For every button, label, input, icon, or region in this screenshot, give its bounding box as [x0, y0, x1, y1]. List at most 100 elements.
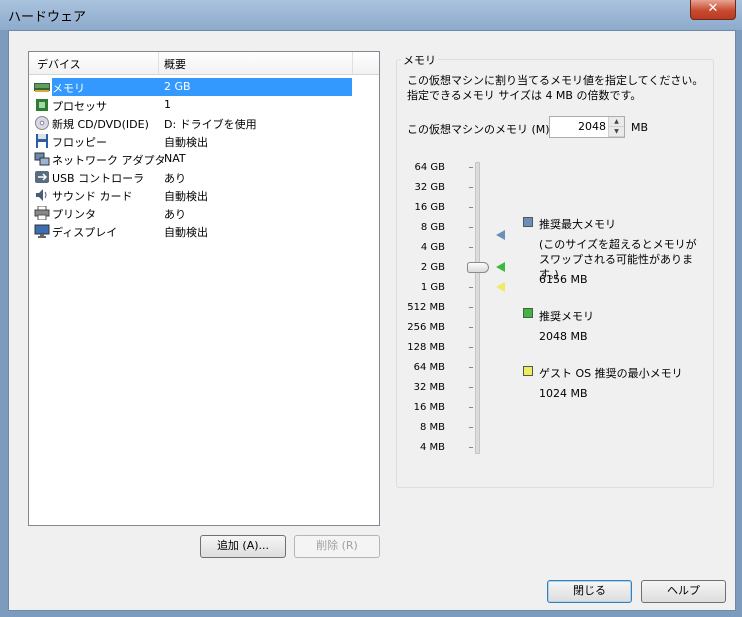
device-row-sound-card[interactable]: サウンド カード 自動検出: [30, 186, 378, 204]
legend-swatch-recommended: [523, 308, 533, 318]
window-title: ハードウェア: [8, 10, 87, 25]
legend-minimum-value: 1024 MB: [539, 387, 588, 400]
device-summary: あり: [164, 208, 186, 221]
cd-dvd-icon: [35, 116, 49, 130]
spin-down-icon[interactable]: ▼: [609, 127, 624, 137]
device-row-processor[interactable]: プロセッサ 1: [30, 96, 378, 114]
recommended-memory-marker-icon: [496, 262, 505, 272]
slider-tick: [469, 427, 473, 428]
legend-max-label: 推奨最大メモリ: [539, 218, 616, 231]
scale-label: 64 MB: [413, 362, 445, 373]
device-name: サウンド カード: [52, 190, 133, 203]
display-icon: [34, 224, 50, 238]
device-row-network-adapter[interactable]: ネットワーク アダプタ NAT: [30, 150, 378, 168]
device-name: ネットワーク アダプタ: [52, 154, 166, 167]
device-name: USB コントローラ: [52, 172, 145, 185]
memory-value[interactable]: 2048: [578, 120, 606, 133]
scale-label: 64 GB: [414, 162, 445, 173]
device-summary: NAT: [164, 152, 186, 165]
scale-label: 4 GB: [420, 242, 445, 253]
device-name: プロセッサ: [52, 100, 107, 113]
slider-track[interactable]: [475, 162, 480, 454]
column-divider[interactable]: [158, 52, 159, 74]
device-row-floppy[interactable]: フロッピー 自動検出: [30, 132, 378, 150]
legend-recommended-value: 2048 MB: [539, 330, 588, 343]
scale-label: 128 MB: [407, 342, 445, 353]
slider-thumb[interactable]: [467, 262, 489, 273]
legend-swatch-max: [523, 217, 533, 227]
printer-icon: [34, 206, 50, 220]
scale-label: 8 GB: [420, 222, 445, 233]
spin-buttons: ▲ ▼: [608, 117, 624, 137]
slider-tick: [469, 307, 473, 308]
memory-icon: [34, 83, 50, 92]
add-button[interactable]: 追加 (A)...: [200, 535, 286, 558]
scale-label: 4 MB: [419, 442, 445, 453]
column-header-device[interactable]: デバイス: [37, 56, 81, 72]
max-memory-marker-icon: [496, 230, 505, 240]
legend-swatch-minimum: [523, 366, 533, 376]
memory-unit: MB: [631, 121, 649, 134]
scale-label: 256 MB: [407, 322, 445, 333]
slider-tick: [469, 387, 473, 388]
scale-label: 32 GB: [414, 182, 445, 193]
legend-minimum-label: ゲスト OS 推奨の最小メモリ: [539, 367, 683, 380]
device-summary: 自動検出: [164, 226, 208, 239]
slider-tick: [469, 447, 473, 448]
floppy-icon: [36, 134, 48, 148]
title-bar: ハードウェア ✕: [0, 0, 742, 30]
legend-max-value: 6156 MB: [539, 273, 588, 286]
scale-label: 2 GB: [420, 262, 445, 273]
column-divider[interactable]: [352, 52, 353, 74]
memory-group-label: メモリ: [401, 52, 438, 68]
slider-tick: [469, 347, 473, 348]
scale-label: 1 GB: [420, 282, 445, 293]
remove-button[interactable]: 削除 (R): [294, 535, 380, 558]
spin-up-icon[interactable]: ▲: [609, 117, 624, 127]
help-button[interactable]: ヘルプ: [641, 580, 726, 603]
memory-stepper[interactable]: 2048 ▲ ▼: [549, 116, 625, 138]
device-row-memory[interactable]: メモリ 2 GB: [30, 78, 378, 96]
device-name: メモリ: [52, 82, 85, 95]
device-row-display[interactable]: ディスプレイ 自動検出: [30, 222, 378, 240]
slider-tick: [469, 187, 473, 188]
device-summary: 2 GB: [164, 80, 191, 93]
slider-tick: [469, 367, 473, 368]
device-row-usb[interactable]: USB コントローラ あり: [30, 168, 378, 186]
scale-label: 16 MB: [413, 402, 445, 413]
memory-description: この仮想マシンに割り当てるメモリ値を指定してください。指定できるメモリ サイズは…: [407, 74, 704, 102]
min-memory-marker-icon: [496, 282, 505, 292]
window-close-button[interactable]: ✕: [690, 0, 736, 20]
device-name: 新規 CD/DVD(IDE): [52, 118, 149, 131]
device-summary: 自動検出: [164, 136, 208, 149]
device-summary: 自動検出: [164, 190, 208, 203]
device-row-printer[interactable]: プリンタ あり: [30, 204, 378, 222]
device-list[interactable]: デバイス 概要 メモリ 2 GB プロセッサ 1 新規 CD/DVD(IDE) …: [28, 51, 380, 526]
slider-tick: [469, 287, 473, 288]
scale-label: 8 MB: [419, 422, 445, 433]
scale-label: 512 MB: [407, 302, 445, 313]
sound-card-icon: [36, 189, 47, 201]
slider-tick: [469, 227, 473, 228]
memory-field-label: この仮想マシンのメモリ (M):: [407, 123, 554, 136]
close-button[interactable]: 閉じる: [547, 580, 632, 603]
device-name: プリンタ: [52, 208, 96, 221]
slider-tick: [469, 167, 473, 168]
usb-icon: [35, 171, 49, 183]
column-header-summary[interactable]: 概要: [164, 56, 186, 72]
close-icon: ✕: [707, 1, 719, 16]
scale-label: 32 MB: [413, 382, 445, 393]
slider-tick: [469, 247, 473, 248]
slider-tick: [469, 207, 473, 208]
device-name: ディスプレイ: [52, 226, 118, 239]
scale-label: 16 GB: [414, 202, 445, 213]
device-name: フロッピー: [52, 136, 107, 149]
processor-icon: [36, 99, 48, 111]
legend-recommended-label: 推奨メモリ: [539, 310, 594, 323]
network-adapter-icon: [34, 152, 50, 166]
device-list-header: デバイス 概要: [29, 52, 379, 75]
device-row-cd-dvd[interactable]: 新規 CD/DVD(IDE) D: ドライブを使用: [30, 114, 378, 132]
device-summary: 1: [164, 98, 171, 111]
device-summary: あり: [164, 172, 186, 185]
selection-highlight: [52, 78, 352, 96]
